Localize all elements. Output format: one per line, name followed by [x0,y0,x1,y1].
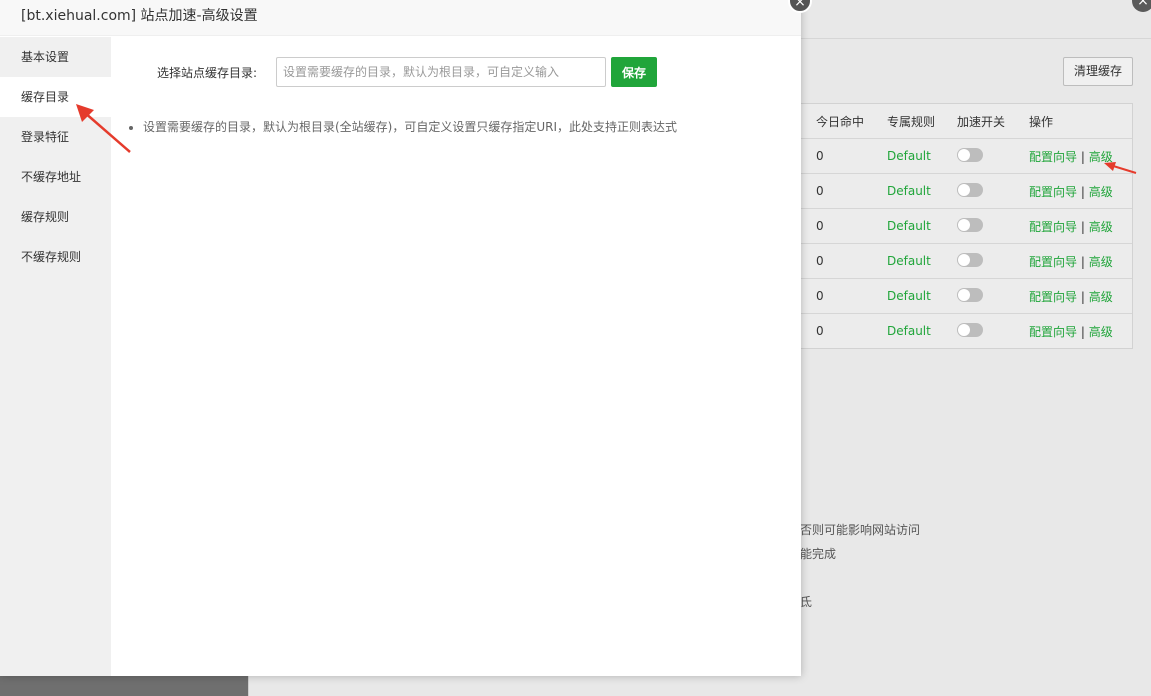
background-note: 能完成 [800,547,837,561]
wizard-link[interactable]: 配置向导 [1029,255,1077,269]
separator: | [1080,149,1085,164]
advanced-link[interactable]: 高级 [1089,325,1113,339]
table-row: 0 Default 配置向导 | 高级 [800,139,1132,174]
advanced-settings-dialog: [bt.xiehual.com] 站点加速-高级设置 基本设置 缓存目录 登录特… [0,0,801,676]
table-row: 0 Default 配置向导 | 高级 [800,209,1132,244]
hits-cell: 0 [816,149,824,163]
tip-item: 设置需要缓存的目录，默认为根目录(全站缓存)，可自定义设置只缓存指定URI，此处… [143,117,677,137]
rule-cell: Default [887,149,931,163]
rule-cell: Default [887,254,931,268]
accel-toggle[interactable] [957,217,983,232]
advanced-link[interactable]: 高级 [1089,220,1113,234]
advanced-link[interactable]: 高级 [1089,185,1113,199]
separator: | [1080,289,1085,304]
header-hits: 今日命中 [816,114,865,129]
separator: | [1080,254,1085,269]
cache-dir-form: 选择站点缓存目录: 保存 [157,57,657,87]
red-arrow-icon [76,104,131,153]
clear-cache-button[interactable]: 清理缓存 [1063,57,1133,86]
table-header: 今日命中 专属规则 加速开关 操作 [800,104,1132,139]
settings-content: 选择站点缓存目录: 保存 设置需要缓存的目录，默认为根目录(全站缓存)，可自定义… [111,37,801,676]
hits-cell: 0 [816,219,824,233]
tips-list: 设置需要缓存的目录，默认为根目录(全站缓存)，可自定义设置只缓存指定URI，此处… [125,117,677,137]
separator: | [1080,324,1085,339]
wizard-link[interactable]: 配置向导 [1029,150,1077,164]
accel-toggle[interactable] [957,322,983,337]
separator: | [1080,219,1085,234]
wizard-link[interactable]: 配置向导 [1029,220,1077,234]
background-note: 氐 [800,595,813,609]
separator: | [1080,184,1085,199]
sidebar-item-basic-settings[interactable]: 基本设置 [0,37,111,77]
wizard-link[interactable]: 配置向导 [1029,290,1077,304]
header-switch: 加速开关 [957,114,1006,129]
site-table: 今日命中 专属规则 加速开关 操作 0 Default 配置向导 | 高级 0 … [800,103,1133,349]
wizard-link[interactable]: 配置向导 [1029,325,1077,339]
sidebar-item-no-cache-urls[interactable]: 不缓存地址 [0,157,111,197]
accel-toggle[interactable] [957,287,983,302]
table-row: 0 Default 配置向导 | 高级 [800,174,1132,209]
red-arrow-icon [1104,162,1137,174]
header-rule: 专属规则 [887,114,936,129]
sidebar-item-cache-rules[interactable]: 缓存规则 [0,197,111,237]
hits-cell: 0 [816,289,824,303]
advanced-link[interactable]: 高级 [1089,290,1113,304]
wizard-link[interactable]: 配置向导 [1029,185,1077,199]
rule-cell: Default [887,184,931,198]
cache-dir-input[interactable] [276,57,606,87]
table-row: 0 Default 配置向导 | 高级 [800,244,1132,279]
advanced-link[interactable]: 高级 [1089,255,1113,269]
table-row: 0 Default 配置向导 | 高级 [800,279,1132,314]
rule-cell: Default [887,289,931,303]
rule-cell: Default [887,324,931,338]
hits-cell: 0 [816,254,824,268]
hits-cell: 0 [816,324,824,338]
accel-toggle[interactable] [957,147,983,162]
accel-toggle[interactable] [957,182,983,197]
table-row: 0 Default 配置向导 | 高级 [800,314,1132,348]
save-button[interactable]: 保存 [611,57,657,87]
background-note: 否则可能影响网站访问 [800,523,921,537]
accel-toggle[interactable] [957,252,983,267]
header-actions: 操作 [1029,114,1054,129]
cache-dir-label: 选择站点缓存目录: [157,65,258,80]
dialog-title: [bt.xiehual.com] 站点加速-高级设置 [0,0,801,36]
sidebar-item-no-cache-rules[interactable]: 不缓存规则 [0,237,111,277]
rule-cell: Default [887,219,931,233]
hits-cell: 0 [816,184,824,198]
